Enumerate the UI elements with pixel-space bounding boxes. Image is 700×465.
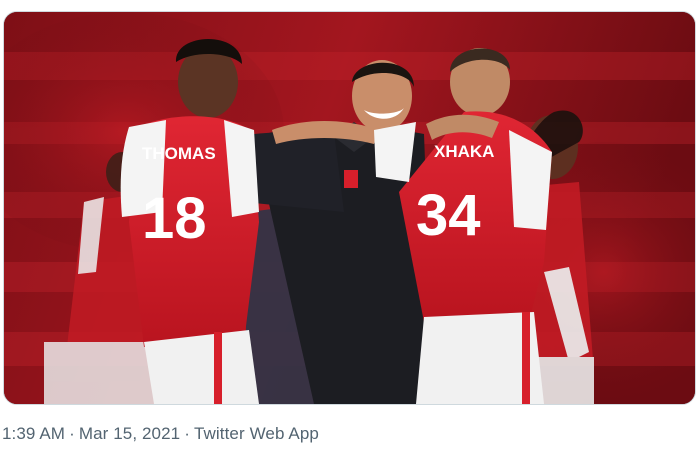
- tweet-time-link[interactable]: 1:39 AM: [2, 424, 65, 443]
- photo-illustration: THOMAS 18 XHAKA 34: [4, 12, 695, 404]
- meta-separator: ·: [184, 424, 190, 443]
- tweet-timestamp-row: 1:39 AM · Mar 15, 2021 · Twitter Web App: [2, 424, 319, 444]
- tweet-date-link[interactable]: Mar 15, 2021: [79, 424, 180, 443]
- tweet-source-link[interactable]: Twitter Web App: [194, 424, 319, 443]
- meta-separator: ·: [69, 424, 75, 443]
- jersey-name-xhaka: XHAKA: [434, 142, 494, 161]
- jersey-name-thomas: THOMAS: [142, 144, 216, 163]
- tweet-photo[interactable]: THOMAS 18 XHAKA 34: [3, 11, 696, 405]
- jersey-number-34: 34: [416, 183, 481, 248]
- jersey-number-18: 18: [142, 186, 207, 251]
- tweet-card: THOMAS 18 XHAKA 34 1:39 AM · Mar 15, 2021 ·…: [0, 0, 700, 465]
